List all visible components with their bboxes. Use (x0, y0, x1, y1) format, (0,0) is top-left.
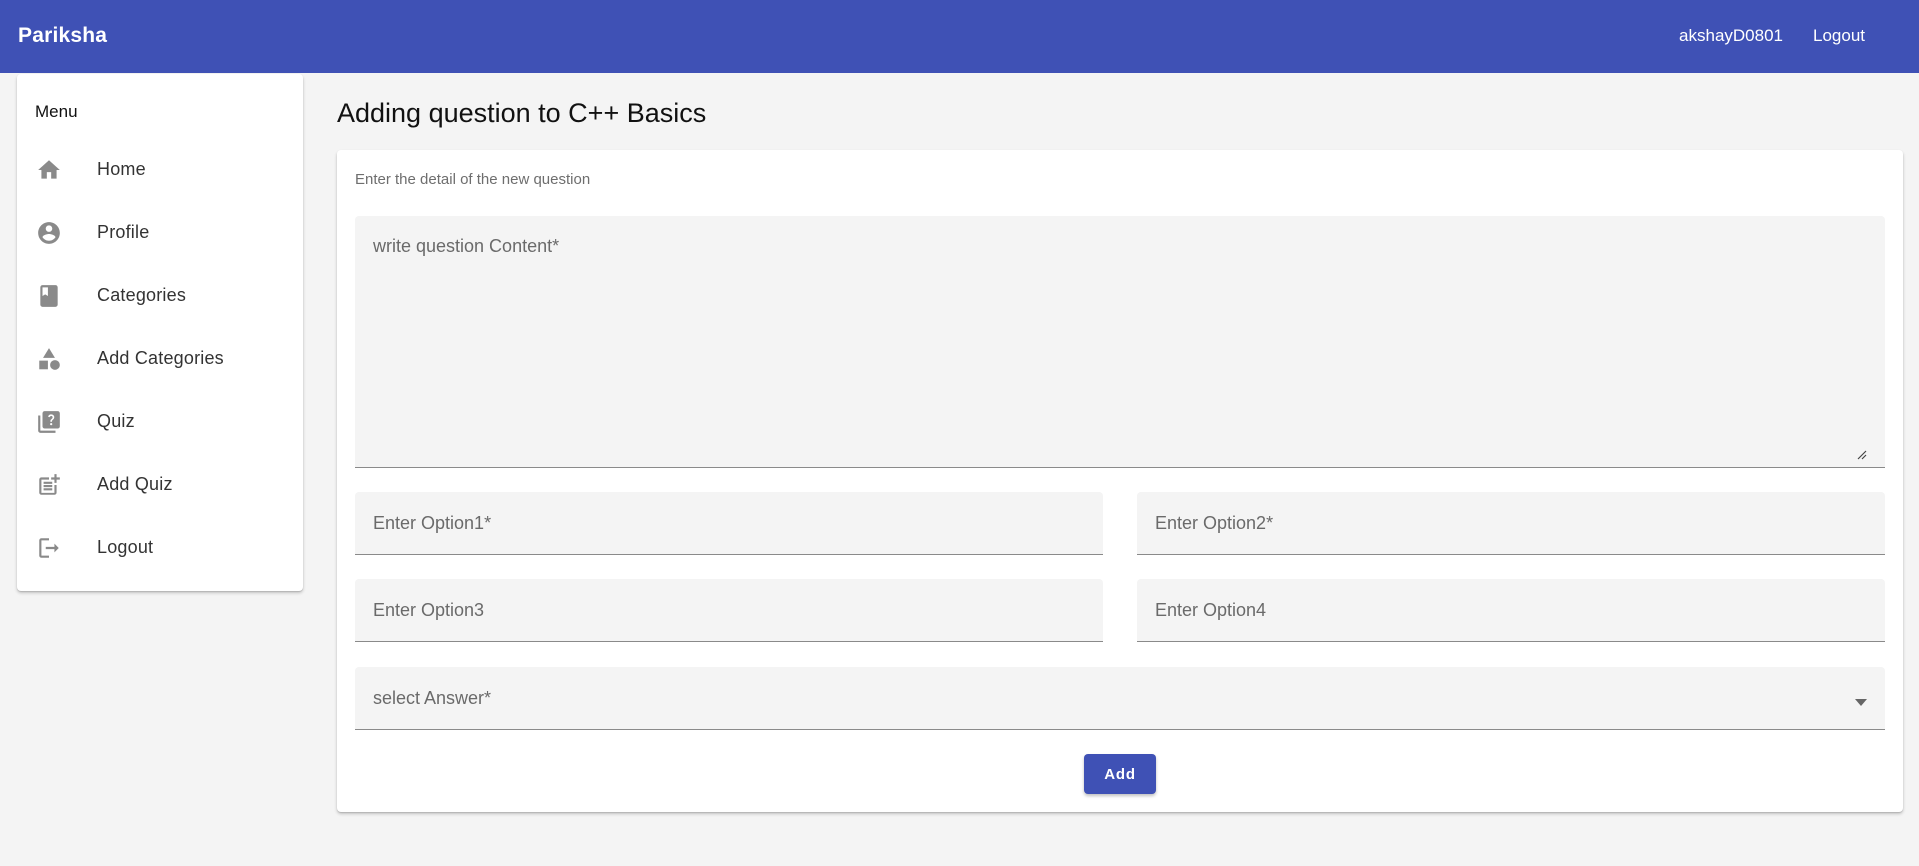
sidebar-item-quiz[interactable]: Quiz (17, 390, 303, 453)
option4-field (1137, 579, 1885, 642)
menu-list: Home Profile Categories Add Categories Q… (17, 138, 303, 579)
sidebar-item-label: Categories (97, 285, 187, 305)
sidebar-item-add-categories[interactable]: Add Categories (17, 327, 303, 390)
book-icon (35, 282, 63, 310)
post-add-icon (35, 471, 63, 499)
sidebar-item-label: Profile (97, 222, 150, 242)
sidebar-item-categories[interactable]: Categories (17, 264, 303, 327)
logout-link[interactable]: Logout (1813, 26, 1865, 46)
sidebar-item-label: Quiz (97, 411, 135, 431)
sidebar-item-label: Add Quiz (97, 474, 173, 494)
home-icon (35, 156, 63, 184)
add-button[interactable]: Add (1084, 754, 1156, 794)
category-shapes-icon (35, 345, 63, 373)
logout-icon (35, 534, 63, 562)
page-title: Adding question to C++ Basics (337, 98, 707, 128)
question-content-input[interactable] (355, 216, 1885, 467)
menu-title: Menu (35, 102, 78, 121)
sidebar-item-label: Logout (97, 537, 154, 557)
sidebar-item-label: Add Categories (97, 348, 224, 368)
top-nav: akshayD0801 Logout (1679, 26, 1865, 46)
option3-input[interactable] (355, 579, 1103, 641)
sidebar-menu: Menu Home Profile Categories Add Categor… (17, 74, 303, 591)
sidebar-item-label: Home (97, 159, 146, 179)
top-app-bar: Pariksha akshayD0801 Logout (0, 0, 1919, 73)
option4-input[interactable] (1137, 579, 1885, 641)
sidebar-item-profile[interactable]: Profile (17, 201, 303, 264)
option2-input[interactable] (1137, 492, 1885, 554)
sidebar-item-add-quiz[interactable]: Add Quiz (17, 453, 303, 516)
question-form-card: Enter the detail of the new question sel… (337, 150, 1903, 812)
account-circle-icon (35, 219, 63, 247)
username-link[interactable]: akshayD0801 (1679, 26, 1783, 46)
answer-select[interactable]: select Answer* (355, 667, 1885, 730)
sidebar-item-logout[interactable]: Logout (17, 516, 303, 579)
sidebar-item-home[interactable]: Home (17, 138, 303, 201)
question-content-field (355, 216, 1885, 468)
option1-input[interactable] (355, 492, 1103, 554)
resize-handle-icon[interactable] (1857, 447, 1867, 460)
dropdown-arrow-icon (1855, 694, 1867, 706)
form-subtitle: Enter the detail of the new question (355, 171, 591, 188)
quiz-icon (35, 408, 63, 436)
option3-field (355, 579, 1103, 642)
option2-field (1137, 492, 1885, 555)
option1-field (355, 492, 1103, 555)
answer-select-placeholder: select Answer* (373, 688, 492, 708)
brand-title[interactable]: Pariksha (18, 24, 107, 48)
